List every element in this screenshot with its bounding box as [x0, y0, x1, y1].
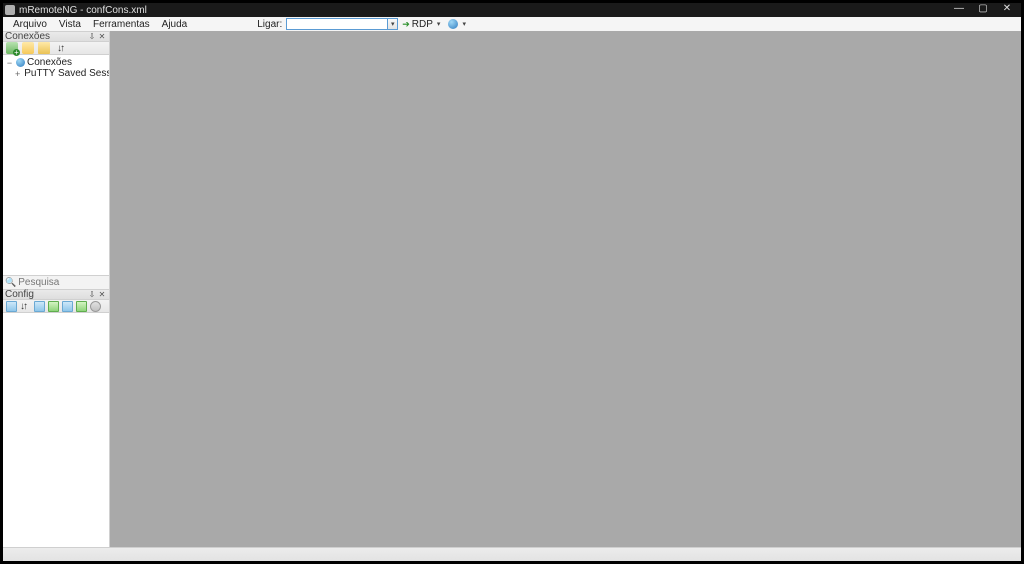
config-default2-icon[interactable]: [76, 301, 87, 312]
connections-panel-header[interactable]: Conexões ⇩ ✕: [3, 31, 109, 42]
search-icon: 🔍: [5, 277, 16, 288]
app-icon: [5, 5, 15, 15]
connections-tree[interactable]: − Conexões + PuTTY Saved Sessions: [3, 55, 109, 275]
menu-bar: Arquivo Vista Ferramentas Ajuda Ligar: ▾…: [3, 17, 1021, 31]
connect-button[interactable]: ➔ RDP ▾: [398, 18, 444, 30]
menu-arquivo[interactable]: Arquivo: [7, 19, 53, 30]
panel-close-button[interactable]: ✕: [97, 290, 107, 299]
status-bar: [3, 547, 1021, 561]
expand-icon[interactable]: +: [15, 69, 20, 79]
protocol-dropdown-icon[interactable]: ▾: [435, 20, 441, 28]
body-area: Conexões ⇩ ✕ ↓↑ − Conexões +: [3, 31, 1021, 547]
connections-search[interactable]: 🔍 Pesquisa: [3, 275, 109, 289]
mdi-client-area: [110, 31, 1021, 547]
maximize-button[interactable]: ▢: [971, 3, 995, 17]
quick-connect-dropdown[interactable]: ▾: [388, 18, 398, 30]
title-bar: mRemoteNG - confCons.xml — ▢ ✕: [3, 3, 1021, 17]
tree-putty-label: PuTTY Saved Sessions: [24, 68, 109, 79]
config-prop-icon[interactable]: [34, 301, 45, 312]
new-connection-icon[interactable]: [6, 42, 18, 54]
config-help-icon[interactable]: [90, 301, 101, 312]
globe-dropdown-icon[interactable]: ▾: [460, 20, 466, 28]
protocol-label: RDP: [412, 19, 433, 30]
sort-icon[interactable]: ↓↑: [54, 42, 66, 54]
app-window: mRemoteNG - confCons.xml — ▢ ✕ Arquivo V…: [3, 3, 1021, 561]
menu-ajuda[interactable]: Ajuda: [156, 19, 194, 30]
globe-icon: [448, 19, 458, 29]
connect-label: Ligar:: [253, 19, 286, 30]
window-title: mRemoteNG - confCons.xml: [19, 5, 947, 16]
globe-icon: [16, 58, 25, 67]
minimize-button[interactable]: —: [947, 3, 971, 17]
config-panel-header[interactable]: Config ⇩ ✕: [3, 289, 109, 300]
globe-button[interactable]: ▾: [444, 18, 470, 30]
config-default-icon[interactable]: [62, 301, 73, 312]
config-panel-title: Config: [5, 289, 87, 300]
panel-pin-button[interactable]: ⇩: [87, 32, 97, 41]
tree-putty-row[interactable]: + PuTTY Saved Sessions: [5, 68, 107, 79]
config-toolbar: ↓↑: [3, 300, 109, 313]
expand-icon[interactable]: −: [5, 58, 14, 68]
config-panel-body: [3, 313, 109, 547]
quick-connect-input[interactable]: [286, 18, 388, 30]
config-inherit-icon[interactable]: [48, 301, 59, 312]
config-sort-icon[interactable]: ↓↑: [20, 301, 31, 312]
panel-pin-button[interactable]: ⇩: [87, 290, 97, 299]
play-icon: ➔: [402, 19, 410, 30]
sidebar: Conexões ⇩ ✕ ↓↑ − Conexões +: [3, 31, 110, 547]
config-categorized-icon[interactable]: [6, 301, 17, 312]
connections-panel-title: Conexões: [5, 31, 87, 42]
menu-ferramentas[interactable]: Ferramentas: [87, 19, 156, 30]
search-placeholder: Pesquisa: [18, 277, 59, 288]
connections-toolbar: ↓↑: [3, 42, 109, 55]
new-folder-icon[interactable]: [22, 42, 34, 54]
tree-root-row[interactable]: − Conexões: [5, 57, 107, 68]
tree-root-label: Conexões: [27, 57, 72, 68]
panel-close-button[interactable]: ✕: [97, 32, 107, 41]
folder-icon[interactable]: [38, 42, 50, 54]
close-button[interactable]: ✕: [995, 3, 1019, 17]
menu-vista[interactable]: Vista: [53, 19, 87, 30]
